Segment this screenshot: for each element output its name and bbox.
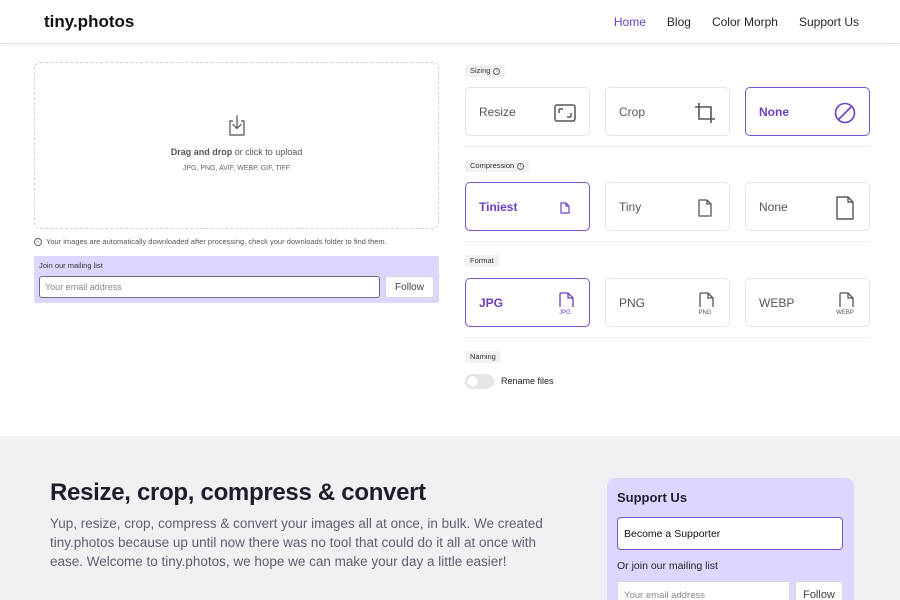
sizing-option-crop[interactable]: Crop [605,87,730,136]
download-note-text: Your images are automatically downloaded… [46,237,387,246]
support-mailing-label: Or join our mailing list [617,560,718,572]
format-badge: WEBP [836,310,854,316]
format-option-jpg[interactable]: JPG JPG [465,278,590,327]
file-medium-icon [698,199,712,217]
compression-option-tiny[interactable]: Tiny [605,182,730,231]
become-supporter-button[interactable]: Become a Supporter [617,517,843,550]
hero-title: Resize, crop, compress & convert [50,479,426,506]
follow-button[interactable]: Follow [385,276,434,298]
email-field[interactable] [39,276,380,298]
download-icon [229,115,245,136]
format-badge: JPG [559,310,571,316]
option-label: Tiny [619,200,642,214]
resize-icon [554,104,576,122]
upload-instructions: Drag and drop or click to upload [35,147,438,157]
file-jpg-icon: JPG [559,292,574,316]
nav-color-morph[interactable]: Color Morph [712,15,778,29]
format-label-text: Format [470,256,494,265]
compression-option-tiniest[interactable]: Tiniest [465,182,590,231]
sizing-label: Sizing i [465,65,506,77]
compression-option-none[interactable]: None [745,182,870,231]
main-nav: Home Blog Color Morph Support Us [614,15,859,29]
format-option-png[interactable]: PNG PNG [605,278,730,327]
about-section: Resize, crop, compress & convert Yup, re… [0,436,900,600]
support-follow-button[interactable]: Follow [795,581,843,600]
info-icon[interactable]: i [493,67,501,75]
option-label: PNG [619,296,646,310]
info-icon[interactable]: i [517,162,525,170]
naming-label-text: Naming [470,352,496,361]
support-email-field[interactable] [617,581,790,600]
sizing-option-resize[interactable]: Resize [465,87,590,136]
nav-support-us[interactable]: Support Us [799,15,859,29]
format-option-webp[interactable]: WEBP WEBP [745,278,870,327]
file-large-icon [836,196,854,220]
divider [465,337,870,338]
mailing-list-label: Join our mailing list [39,261,103,270]
format-label: Format [465,255,499,267]
option-label: None [759,200,788,214]
info-icon: i [34,237,42,246]
crop-icon [695,103,715,123]
option-label: Tiniest [479,200,518,214]
upload-rest-text: or click to upload [232,147,303,157]
rename-files-label: Rename files [501,376,554,386]
compression-label: Compression i [465,160,530,172]
top-header: tiny.photos Home Blog Color Morph Suppor… [0,0,900,44]
format-badge: PNG [698,310,711,316]
nav-blog[interactable]: Blog [667,15,691,29]
compression-label-text: Compression [470,161,515,170]
upload-formats: JPG, PNG, AVIF, WEBP, GIF, TIFF [182,165,291,172]
rename-files-toggle[interactable] [465,374,494,389]
support-title: Support Us [617,490,688,505]
nav-home[interactable]: Home [614,15,646,29]
none-icon [834,102,856,124]
sizing-label-text: Sizing [470,66,491,75]
sizing-option-none[interactable]: None [745,87,870,136]
logo[interactable]: tiny.photos [44,12,134,32]
option-label: Crop [619,105,646,119]
support-panel: Support Us Become a Supporter Or join ou… [607,478,854,600]
naming-label: Naming [465,351,501,363]
download-note: i Your images are automatically download… [34,237,387,246]
file-small-icon [560,202,570,214]
option-label: Resize [479,105,516,119]
option-label: None [759,105,789,119]
hero-text: Yup, resize, crop, compress & convert yo… [50,516,543,569]
file-webp-icon: WEBP [836,292,854,316]
divider [465,241,870,242]
file-png-icon: PNG [698,292,714,316]
divider [465,146,870,147]
mailing-list-panel: Join our mailing list Follow [34,256,439,303]
option-label: WEBP [759,296,795,310]
option-label: JPG [479,296,504,310]
upload-dropzone[interactable]: Drag and drop or click to upload JPG, PN… [34,62,439,229]
upload-bold-text: Drag and drop [170,147,233,157]
